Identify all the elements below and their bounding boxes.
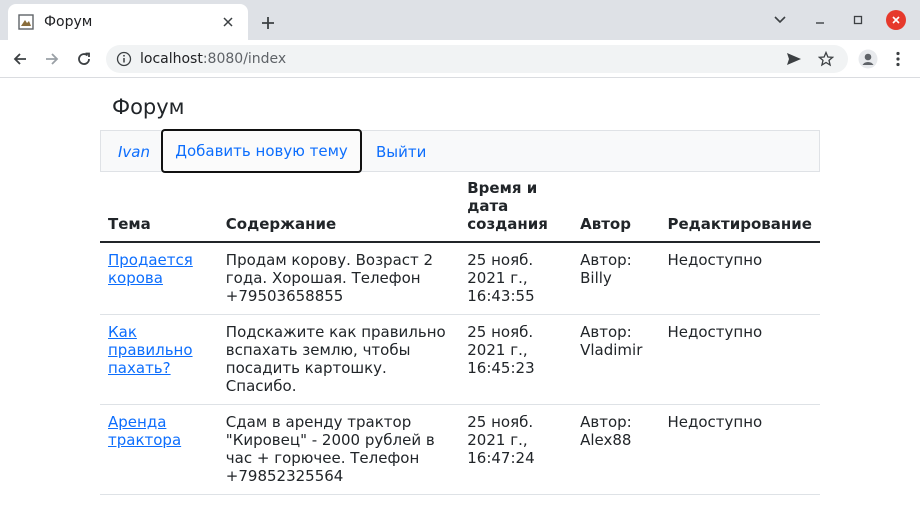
tab-title: Форум [44,14,93,30]
current-user-link[interactable]: Ivan [118,143,150,161]
browser-toolbar: localhost:8080/index [0,40,920,78]
page-content: Форум Ivan Добавить новую тему Выйти Тем… [0,79,920,518]
author-cell: Автор: Alex88 [572,404,660,495]
date-cell: 25 нояб. 2021 г., 16:47:24 [459,404,573,495]
table-header-row: Тема Содержание Время и дата создания Авто… [100,179,820,243]
header-date-line1: Время и [467,179,538,197]
date-cell: 25 нояб. 2021 г., 16:45:23 [459,314,573,405]
logout-link[interactable]: Выйти [376,143,426,161]
author-cell: Автор: Billy [572,242,660,315]
topics-table: Тема Содержание Время и дата создания Авто… [100,179,820,495]
page-favicon-icon [18,14,34,30]
browser-tabstrip: Форум [0,0,920,40]
header-topic: Тема [100,179,218,243]
close-window-icon[interactable] [886,10,906,30]
minimize-icon[interactable] [810,10,830,30]
table-row: Как правильно пахать? Подскажите как пра… [100,314,820,405]
back-arrow-icon[interactable] [8,47,32,71]
content-cell: Сдам в аренду трактор "Кировец" - 2000 р… [217,404,460,495]
table-row: Продается корова Продам корову. Возраст … [100,242,820,315]
add-topic-button[interactable]: Добавить новую тему [161,129,362,173]
header-edit: Редактирование [659,179,820,243]
edit-cell: Недоступно [659,404,820,495]
content-cell: Подскажите как правильно вспахать землю,… [217,314,460,405]
maximize-icon[interactable] [848,10,868,30]
topic-cell: Аренда трактора [100,404,218,495]
forward-arrow-icon[interactable] [40,47,64,71]
browser-menu-icon[interactable] [886,47,910,71]
topic-link[interactable]: Как правильно пахать? [108,323,193,377]
header-date-line3: создания [467,215,548,233]
author-cell: Автор: Vladimir [572,314,660,405]
topic-link[interactable]: Продается корова [108,251,193,287]
date-day: 25 нояб. [467,323,534,341]
edit-cell: Недоступно [659,314,820,405]
send-icon[interactable] [784,49,804,69]
topic-cell: Продается корова [100,242,218,315]
date-time: 16:43:55 [467,287,535,305]
date-day: 25 нояб. [467,251,534,269]
new-tab-icon[interactable] [257,12,279,34]
date-time: 16:45:23 [467,359,535,377]
tab-search-chevron-icon[interactable] [770,10,790,30]
date-year: 2021 г., [467,269,528,287]
content-cell: Продам корову. Возраст 2 года. Хорошая. … [217,242,460,315]
edit-cell: Недоступно [659,242,820,315]
header-date: Время и дата создания [459,179,573,243]
date-cell: 25 нояб. 2021 г., 16:43:55 [459,242,573,315]
bookmark-star-icon[interactable] [816,49,836,69]
url-text: localhost:8080/index [140,51,286,67]
address-bar[interactable]: localhost:8080/index [106,45,848,73]
header-date-line2: дата [467,197,509,215]
topic-cell: Как правильно пахать? [100,314,218,405]
date-day: 25 нояб. [467,413,534,431]
tab-close-icon[interactable] [218,12,238,32]
browser-tab[interactable]: Форум [8,4,248,40]
date-time: 16:47:24 [467,449,535,467]
page-title: Форум [112,95,185,119]
url-host: localhost [140,51,203,67]
reload-icon[interactable] [72,47,96,71]
profile-avatar-icon[interactable] [856,47,880,71]
header-content: Содержание [217,179,460,243]
date-year: 2021 г., [467,341,528,359]
table-row: Аренда трактора Сдам в аренду трактор "К… [100,404,820,495]
date-year: 2021 г., [467,431,528,449]
header-author: Автор [572,179,660,243]
topic-link[interactable]: Аренда трактора [108,413,181,449]
url-path: :8080/index [202,51,287,67]
forum-navbar: Ivan Добавить новую тему Выйти [100,129,820,173]
site-info-icon[interactable] [116,51,132,67]
